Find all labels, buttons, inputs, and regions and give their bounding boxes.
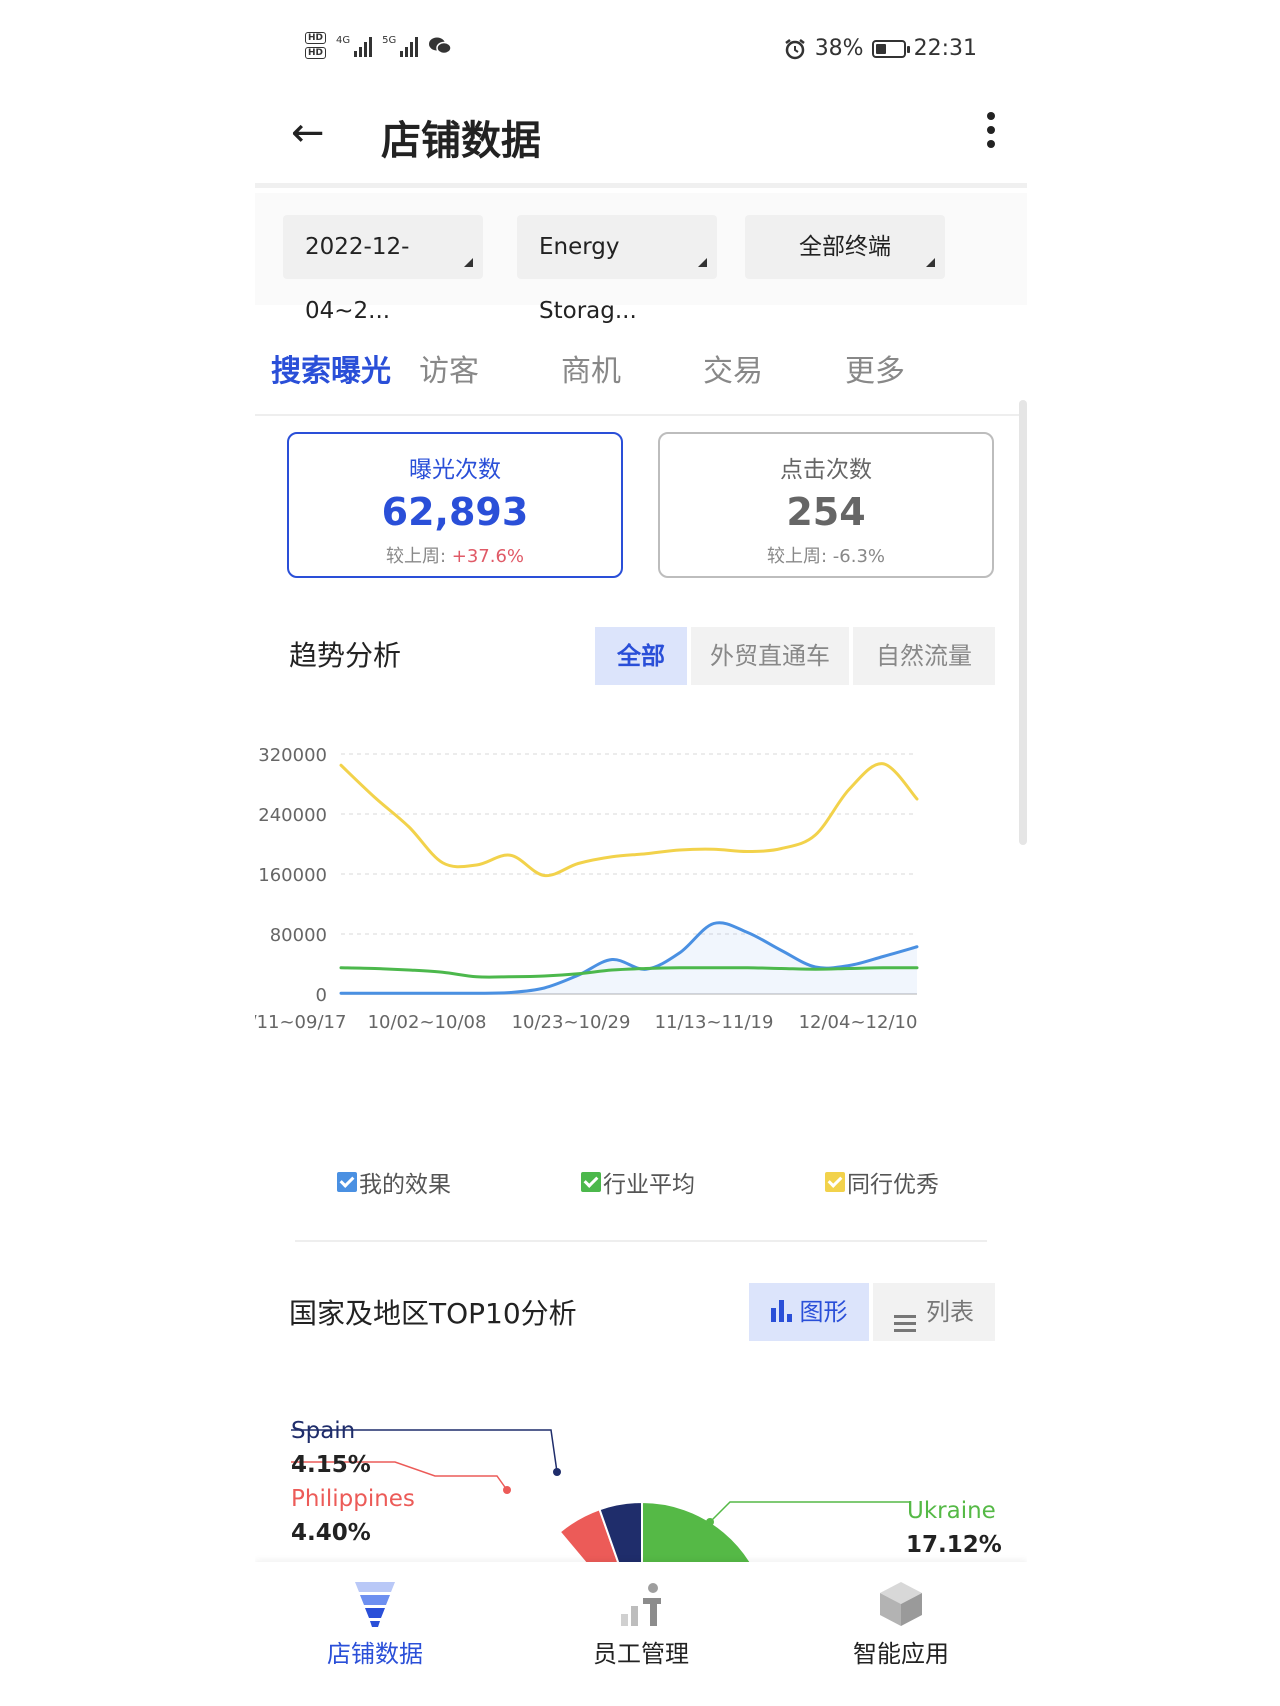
view-list-button[interactable]: 列表 (873, 1283, 995, 1341)
funnel-icon (355, 1582, 395, 1627)
alarm-icon (784, 38, 805, 59)
y-tick-label: 0 (316, 985, 327, 1006)
filter-bar: 2022-12-04~2... Energy Storag... 全部终端 (255, 193, 1027, 324)
view-chart-button[interactable]: 图形 (749, 1283, 869, 1341)
impressions-change: +37.6% (451, 546, 525, 567)
x-tick-label: 11/13~11/19 (655, 1012, 774, 1033)
y-tick-label: 160000 (258, 865, 327, 886)
impressions-card[interactable]: 曝光次数 62,893 较上周: +37.6% (287, 432, 623, 578)
legend-checkbox-green-icon[interactable] (581, 1172, 601, 1192)
date-range-dropdown[interactable]: 2022-12-04~2... (283, 215, 483, 324)
status-right: 38% 22:31 (783, 36, 977, 61)
x-tick-label: 10/23~10/29 (512, 1012, 631, 1033)
battery-icon (871, 39, 910, 58)
clicks-value: 254 (786, 490, 866, 534)
tab-opportunities[interactable]: 商机 (561, 346, 621, 390)
bar-chart-icon (770, 1300, 792, 1322)
tab-search-exposure[interactable]: 搜索曝光 (271, 346, 391, 390)
impressions-value: 62,893 (381, 490, 529, 534)
bottom-navigation: 店铺数据 员工管理 智能应用 (255, 1562, 1027, 1706)
battery-percent: 38% (814, 36, 864, 61)
pie-label-philippines: Philippines (291, 1486, 415, 1512)
signal-4g-icon: 4G (336, 35, 373, 57)
list-icon (894, 1315, 916, 1332)
nav-smart-apps[interactable]: 智能应用 (801, 1576, 1001, 1669)
category-dropdown[interactable]: Energy Storag... (517, 215, 717, 324)
signal-5g-icon: 5G (382, 35, 419, 57)
legend-peer-excellent[interactable]: 同行优秀 (825, 1165, 939, 1199)
trend-title: 趋势分析 (289, 639, 402, 672)
top10-title: 国家及地区TOP10分析 (289, 1297, 577, 1330)
tab-visitors[interactable]: 访客 (419, 346, 479, 390)
clock: 22:31 (913, 36, 977, 61)
status-left: HD HD 4G 5G (305, 32, 453, 59)
pie-pct-spain: 4.15% (291, 1452, 371, 1478)
legend-checkbox-blue-icon[interactable] (337, 1172, 357, 1192)
trend-filter-organic[interactable]: 自然流量 (853, 627, 995, 685)
section-divider (295, 1240, 987, 1242)
terminal-dropdown[interactable]: 全部终端 (745, 215, 945, 279)
legend-checkbox-yellow-icon[interactable] (825, 1172, 845, 1192)
staff-chart-icon (621, 1583, 661, 1626)
leader-line-philippines-dot (503, 1486, 511, 1494)
status-bar: HD HD 4G 5G 38% 22:31 (255, 28, 1027, 78)
cube-icon (880, 1582, 922, 1626)
series-line-peer-excellent (339, 762, 919, 878)
trend-filter-p4p[interactable]: 外贸直通车 (691, 627, 849, 685)
x-tick-label: 12/04~12/10 (799, 1012, 918, 1033)
nav-staff-management[interactable]: 员工管理 (541, 1576, 741, 1669)
clicks-change: -6.3% (832, 546, 886, 567)
trend-filter-all[interactable]: 全部 (595, 627, 687, 685)
pie-label-spain: Spain (291, 1418, 356, 1444)
clicks-card[interactable]: 点击次数 254 较上周: -6.3% (658, 432, 994, 578)
tab-bar: 搜索曝光 访客 商机 交易 更多 (255, 318, 1027, 416)
tab-transactions[interactable]: 交易 (703, 346, 763, 390)
tab-more[interactable]: 更多 (845, 346, 905, 390)
phone-screen: HD HD 4G 5G 38% 22:31 ← 店铺数据 2022-12-04~… (255, 0, 1027, 1706)
back-arrow-icon[interactable]: ← (291, 110, 325, 156)
app-header: ← 店铺数据 (255, 92, 1027, 188)
trend-line-chart: 320000 240000 160000 80000 0 09/11~09/17 10/02… (255, 745, 919, 1033)
leader-line-ukraine-dot (706, 1518, 714, 1526)
more-options-icon[interactable] (987, 112, 995, 148)
clicks-compare: 较上周: -6.3% (766, 546, 886, 567)
wechat-icon (429, 37, 453, 54)
x-tick-label: 10/02~10/08 (368, 1012, 487, 1033)
legend-my-performance[interactable]: 我的效果 (337, 1165, 451, 1199)
nav-store-data[interactable]: 店铺数据 (275, 1576, 475, 1669)
y-tick-label: 80000 (270, 925, 327, 946)
pie-slice-ukraine[interactable] (641, 1500, 768, 1562)
leader-line-spain-dot (553, 1468, 561, 1476)
pie-pct-philippines: 4.40% (291, 1520, 371, 1546)
impressions-compare: 较上周: +37.6% (385, 546, 525, 567)
leader-line-ukraine (709, 1501, 910, 1523)
hd-icon: HD HD (305, 32, 327, 59)
impressions-label: 曝光次数 (409, 457, 501, 483)
y-tick-label: 320000 (258, 745, 327, 766)
pie-label-ukraine: Ukraine (907, 1498, 996, 1524)
clicks-label: 点击次数 (780, 457, 872, 483)
y-tick-label: 240000 (258, 805, 327, 826)
page-title: 店铺数据 (381, 118, 541, 164)
x-tick-label: 09/11~09/17 (255, 1012, 346, 1033)
legend-industry-average[interactable]: 行业平均 (581, 1165, 695, 1199)
pie-pct-ukraine: 17.12% (906, 1532, 1002, 1558)
